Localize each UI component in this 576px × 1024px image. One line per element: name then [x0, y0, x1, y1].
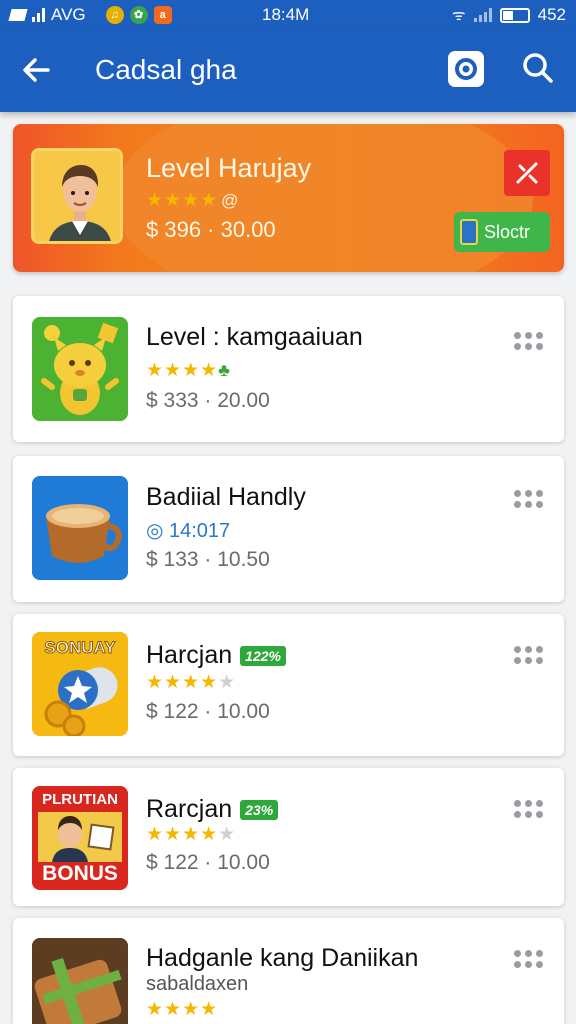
item-title: Hadganle kang Daniikan [146, 944, 419, 972]
featured-card[interactable]: Level Harujay ★★★★ @ $ 396 · 30.00 Sloctr [13, 124, 564, 272]
notification-icon [8, 9, 28, 21]
more-icon[interactable] [514, 332, 544, 352]
app-bar: Cadsal gha [0, 30, 576, 112]
item-title: Level : kamgaaiuan [146, 323, 363, 351]
star-icon: ★★★★ [146, 360, 219, 381]
item-title: Harcjan 122% [146, 641, 286, 670]
item-price: $ 122 · 10.00 [146, 700, 270, 723]
app-mini-icon [460, 219, 478, 245]
close-icon[interactable] [504, 150, 550, 196]
more-icon[interactable] [514, 490, 544, 510]
item-title: Badiial Handly [146, 483, 306, 511]
battery-level: 452 [537, 5, 566, 24]
app-thumbnail [32, 476, 128, 580]
list-item[interactable]: Level : kamgaaiuan ★★★★♣ $ 333 · 20.00 [13, 296, 564, 442]
list-item[interactable]: Badiial Handly ◎ 14:017 $ 133 · 10.50 [13, 456, 564, 602]
item-subtitle: ◎ 14:017 [146, 520, 231, 542]
status-bar: AVG ♫ ✿ a 18:4M ᯤ 452 [0, 0, 576, 30]
featured-price: $ 396 · 30.00 [146, 217, 276, 242]
app-thumbnail [32, 317, 128, 421]
signal-icon [32, 8, 45, 22]
thumbnail-label-top: PLRUTIAN [42, 791, 118, 808]
select-button[interactable]: Sloctr [454, 212, 550, 252]
star-empty-icon: ★ [218, 672, 237, 693]
rating-stars: ★★★★★ [146, 823, 236, 846]
item-price: $ 122 · 10.00 [146, 851, 270, 874]
select-button-label: Sloctr [484, 221, 531, 242]
star-icon: ★★★★ [146, 999, 219, 1020]
rating-stars: ★★★★ [146, 998, 218, 1021]
item-price: $ 333 · 20.00 [146, 389, 270, 412]
avatar [31, 148, 123, 244]
page-title: Cadsal gha [95, 54, 237, 85]
arrow-left-icon[interactable] [18, 52, 54, 88]
list-item[interactable]: SONUAY Harcjan 122% ★★★★★ $ 122 · 10.00 [13, 614, 564, 756]
app-thumbnail [32, 938, 128, 1024]
app-badge-icon: ✿ [129, 6, 148, 24]
clock: 18:4M [262, 5, 310, 24]
app-thumbnail: PLRUTIAN BONUS [32, 786, 128, 890]
list-item[interactable]: PLRUTIAN BONUS Rarcjan 23% ★★★★★ $ 122 · … [13, 768, 564, 906]
star-icon: ★★★★ [146, 672, 219, 693]
star-icon: ★★★★ [146, 824, 219, 845]
featured-title: Level Harujay [146, 153, 312, 183]
wifi-icon: ᯤ [451, 7, 466, 24]
search-icon[interactable] [520, 50, 556, 86]
star-icon: ★★★★ [146, 190, 219, 211]
app-thumbnail: SONUAY [32, 632, 128, 736]
item-title: Rarcjan 23% [146, 795, 279, 824]
carrier-label: AVG [51, 5, 86, 24]
thumbnail-label-bottom: BONUS [42, 862, 118, 885]
rating-stars: ★★★★★ [146, 671, 236, 694]
item-title-text: Rarcjan [146, 795, 233, 823]
rating-stars: ★★★★ @ [146, 189, 238, 212]
item-title-text: Harcjan [146, 641, 233, 669]
battery-icon [499, 7, 530, 23]
item-price: $ 133 · 10.50 [146, 548, 270, 571]
leaf-icon: ♣ [218, 360, 230, 380]
edit-icon: @ [221, 191, 239, 210]
thumbnail-label: SONUAY [44, 638, 116, 658]
list-item[interactable]: Hadganle kang Daniikan sabaldaxen ★★★★ [13, 918, 564, 1024]
discount-badge: 122% [240, 646, 286, 667]
gear-icon[interactable] [448, 51, 484, 87]
app-badge-icon: ♫ [105, 6, 124, 24]
more-icon[interactable] [514, 800, 544, 820]
item-subtitle: sabaldaxen [146, 973, 249, 995]
rating-stars: ★★★★♣ [146, 359, 230, 382]
signal-icon [473, 8, 492, 22]
app-badge-icon: a [153, 6, 172, 24]
star-empty-icon: ★ [218, 824, 237, 845]
more-icon[interactable] [514, 950, 544, 970]
discount-badge: 23% [240, 800, 279, 821]
more-icon[interactable] [514, 646, 544, 666]
